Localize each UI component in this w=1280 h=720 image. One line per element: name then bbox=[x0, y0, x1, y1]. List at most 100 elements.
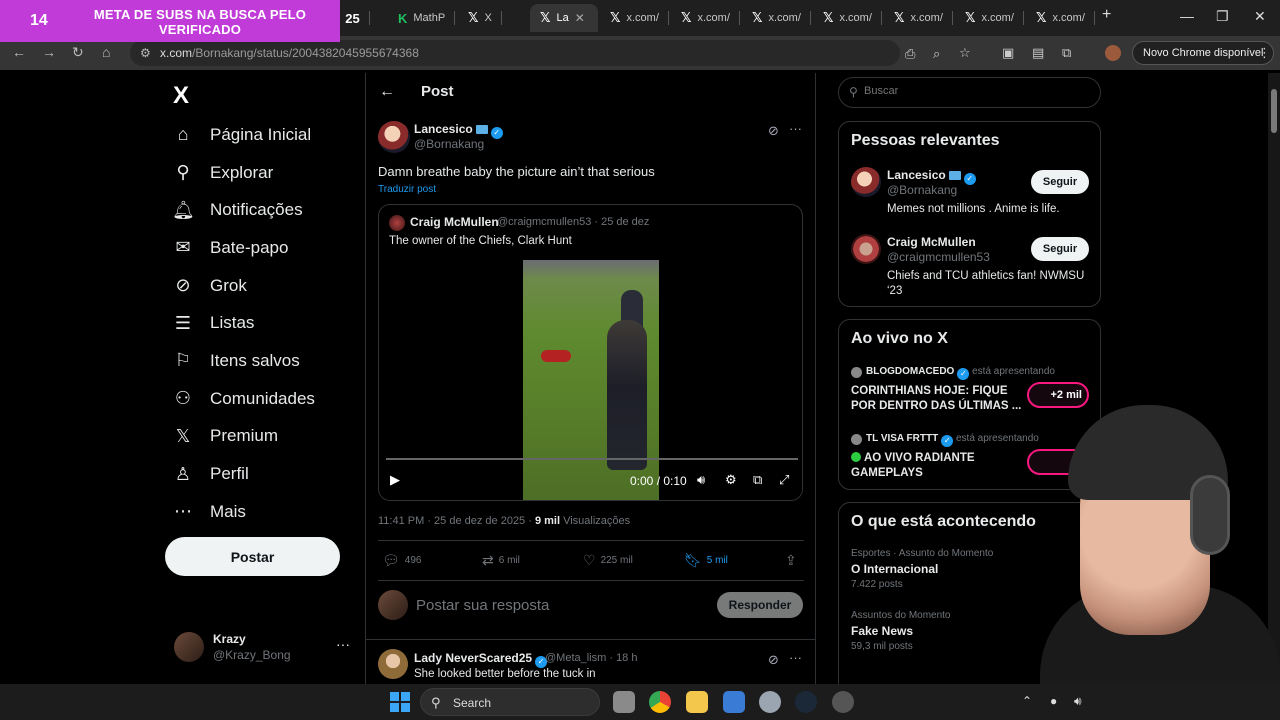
k-icon: K bbox=[398, 10, 408, 26]
sidebar-item-communities[interactable]: ⚇ Comunidades bbox=[172, 380, 315, 418]
sidebar-nav: ⌂ Página Inicial ⚲ Explorar 🔔︎ Notificações… bbox=[172, 116, 315, 531]
browser-tab[interactable]: 𝕏 x.com/ bbox=[742, 4, 811, 32]
x-icon: 𝕏 bbox=[540, 10, 551, 25]
tab-label: x.com/ bbox=[768, 12, 801, 24]
pip-icon[interactable]: ⧉ bbox=[753, 472, 762, 488]
avatar bbox=[851, 434, 862, 445]
sidebar-item-grok[interactable]: ⊘ Grok bbox=[172, 267, 315, 305]
bookmark-button[interactable]: 🔖︎ 5 mil bbox=[684, 552, 728, 569]
extensions-puzzle-icon[interactable]: ⧉ bbox=[1062, 45, 1071, 61]
address-bar[interactable]: ⚙ x.com/Bornakang/status/200438204595567… bbox=[130, 40, 971, 66]
more-icon[interactable]: ··· bbox=[789, 121, 802, 136]
follow-button[interactable]: Seguir bbox=[1031, 237, 1089, 261]
play-icon[interactable]: ▶ bbox=[390, 472, 400, 488]
post-button[interactable]: Postar bbox=[165, 537, 340, 576]
windows-start-icon[interactable] bbox=[390, 692, 410, 712]
x-icon: 𝕏 bbox=[752, 10, 763, 25]
new-tab-button[interactable]: + bbox=[1102, 6, 1111, 24]
reload-icon[interactable]: ↻ bbox=[72, 44, 84, 61]
maximize-icon[interactable]: ❐ bbox=[1216, 8, 1229, 25]
app-icon[interactable] bbox=[832, 691, 854, 713]
close-icon[interactable]: ✕ bbox=[575, 11, 585, 25]
grok-icon[interactable]: ⊘ bbox=[768, 123, 779, 139]
chrome-menu-icon[interactable]: ⋮ bbox=[1258, 45, 1271, 61]
chrome-icon[interactable] bbox=[649, 691, 671, 713]
browser-tab[interactable]: 𝕏 x.com/ bbox=[813, 4, 882, 32]
sidebar-item-bookmarks[interactable]: ⚐ Itens salvos bbox=[172, 342, 315, 380]
live-host: TL VISA FRTTT ✓ está apresentando bbox=[866, 433, 1039, 447]
reply-input[interactable]: Postar sua resposta bbox=[416, 597, 549, 614]
sidebar-item-explore[interactable]: ⚲ Explorar bbox=[172, 154, 315, 192]
browser-tab-active[interactable]: 𝕏 La ✕ bbox=[530, 4, 598, 32]
repost-button[interactable]: ⇄ 6 mil bbox=[482, 552, 520, 569]
search-input[interactable] bbox=[864, 85, 1084, 97]
sidebar-item-lists[interactable]: ☰ Listas bbox=[172, 304, 315, 342]
x-icon: 𝕏 bbox=[610, 10, 621, 25]
browser-tab[interactable]: 𝕏 X bbox=[458, 4, 502, 32]
scrollbar-thumb[interactable] bbox=[1271, 89, 1277, 133]
fullscreen-icon[interactable]: ⤢ bbox=[779, 472, 789, 488]
tray-chevron-icon[interactable]: ⌃ bbox=[1022, 694, 1032, 708]
volume-icon[interactable]: 🔊︎ bbox=[1074, 694, 1082, 709]
install-icon[interactable]: ⎙ bbox=[905, 46, 915, 62]
repost-icon: ⇄ bbox=[482, 552, 494, 568]
extension-icon[interactable]: ▣ bbox=[1002, 45, 1014, 61]
trend-count: 7.422 posts bbox=[851, 579, 903, 590]
settings-gear-icon[interactable] bbox=[759, 691, 781, 713]
reply-button[interactable]: 💬︎ 496 bbox=[382, 552, 421, 569]
avatar bbox=[851, 234, 881, 264]
sidebar-item-messages[interactable]: ✉ Bate-papo bbox=[172, 229, 315, 267]
sidebar-item-notifications[interactable]: 🔔︎ Notificações bbox=[172, 191, 315, 229]
follow-button[interactable]: Seguir bbox=[1031, 170, 1089, 194]
tray-app-icon[interactable]: ● bbox=[1050, 694, 1057, 708]
steam-icon[interactable] bbox=[795, 691, 817, 713]
translate-link[interactable]: Traduzir post bbox=[378, 184, 436, 195]
quoted-tweet[interactable]: Craig McMullen @craigmcmullen53 · 25 de … bbox=[378, 204, 803, 501]
browser-tab[interactable]: 𝕏 x.com/ bbox=[884, 4, 953, 32]
sidebar-item-more[interactable]: ⋯ Mais bbox=[172, 493, 315, 531]
sidebar-item-home[interactable]: ⌂ Página Inicial bbox=[172, 116, 315, 154]
sidebar-item-premium[interactable]: 𝕏 Premium bbox=[172, 418, 315, 456]
forward-icon[interactable]: → bbox=[42, 44, 56, 60]
avatar[interactable] bbox=[378, 649, 408, 679]
live-title: CORINTHIANS HOJE: FIQUE POR DENTRO DAS Ú… bbox=[851, 385, 1022, 412]
more-icon[interactable]: ··· bbox=[789, 650, 802, 665]
tweet-author-handle[interactable]: @Bornakang bbox=[414, 137, 484, 151]
site-info-icon[interactable]: ⚙ bbox=[140, 46, 151, 60]
sidebar-item-profile[interactable]: ♙ Perfil bbox=[172, 455, 315, 493]
browser-tab[interactable]: 𝕏 x.com/ bbox=[600, 4, 669, 32]
search-box[interactable]: ⚲ bbox=[838, 77, 1101, 108]
browser-tab[interactable]: 𝕏 x.com/ bbox=[955, 4, 1024, 32]
reply-submit-button[interactable]: Responder bbox=[717, 592, 803, 618]
browser-tab[interactable]: K MathP bbox=[388, 4, 456, 32]
grok-icon[interactable]: ⊘ bbox=[768, 652, 779, 668]
chrome-update-button[interactable]: Novo Chrome disponível bbox=[1132, 41, 1275, 65]
back-icon[interactable]: ← bbox=[12, 44, 26, 60]
taskbar-search[interactable]: ⚲ Search bbox=[420, 688, 600, 716]
like-button[interactable]: ♡ 225 mil bbox=[583, 552, 633, 569]
extension-icon[interactable]: ▤ bbox=[1032, 45, 1044, 61]
x-logo[interactable]: X bbox=[173, 82, 189, 110]
profile-avatar[interactable] bbox=[1105, 45, 1121, 61]
store-icon[interactable] bbox=[723, 691, 745, 713]
sidebar-item-label: Listas bbox=[210, 313, 255, 333]
close-window-icon[interactable]: ✕ bbox=[1254, 8, 1266, 25]
back-arrow-icon[interactable]: ← bbox=[379, 83, 395, 101]
zoom-icon[interactable]: ⌕ bbox=[933, 46, 940, 62]
account-switcher[interactable]: Krazy @Krazy_Bong ··· bbox=[174, 630, 354, 664]
browser-tab[interactable]: 𝕏 x.com/ bbox=[671, 4, 740, 32]
settings-gear-icon[interactable]: ⚙ bbox=[725, 472, 737, 488]
video-player[interactable]: ▶ 0:00 / 0:10 🔊︎ ⚙ ⧉ ⤢ bbox=[379, 260, 802, 500]
video-progress-bar[interactable] bbox=[386, 458, 798, 460]
home-icon[interactable]: ⌂ bbox=[102, 44, 110, 60]
minimize-icon[interactable]: — bbox=[1180, 8, 1194, 24]
reply-author-name[interactable]: Lady NeverScared25 ✓ bbox=[414, 651, 548, 668]
volume-icon[interactable]: 🔊︎ bbox=[697, 472, 705, 488]
browser-tab[interactable]: 𝕏 x.com/ bbox=[1026, 4, 1095, 32]
more-icon[interactable]: ··· bbox=[336, 636, 350, 652]
file-explorer-icon[interactable] bbox=[686, 691, 708, 713]
task-view-icon[interactable] bbox=[613, 691, 635, 713]
star-icon[interactable]: ☆ bbox=[959, 45, 971, 61]
avatar[interactable] bbox=[378, 121, 410, 153]
share-button[interactable]: ⇪ bbox=[785, 552, 797, 569]
